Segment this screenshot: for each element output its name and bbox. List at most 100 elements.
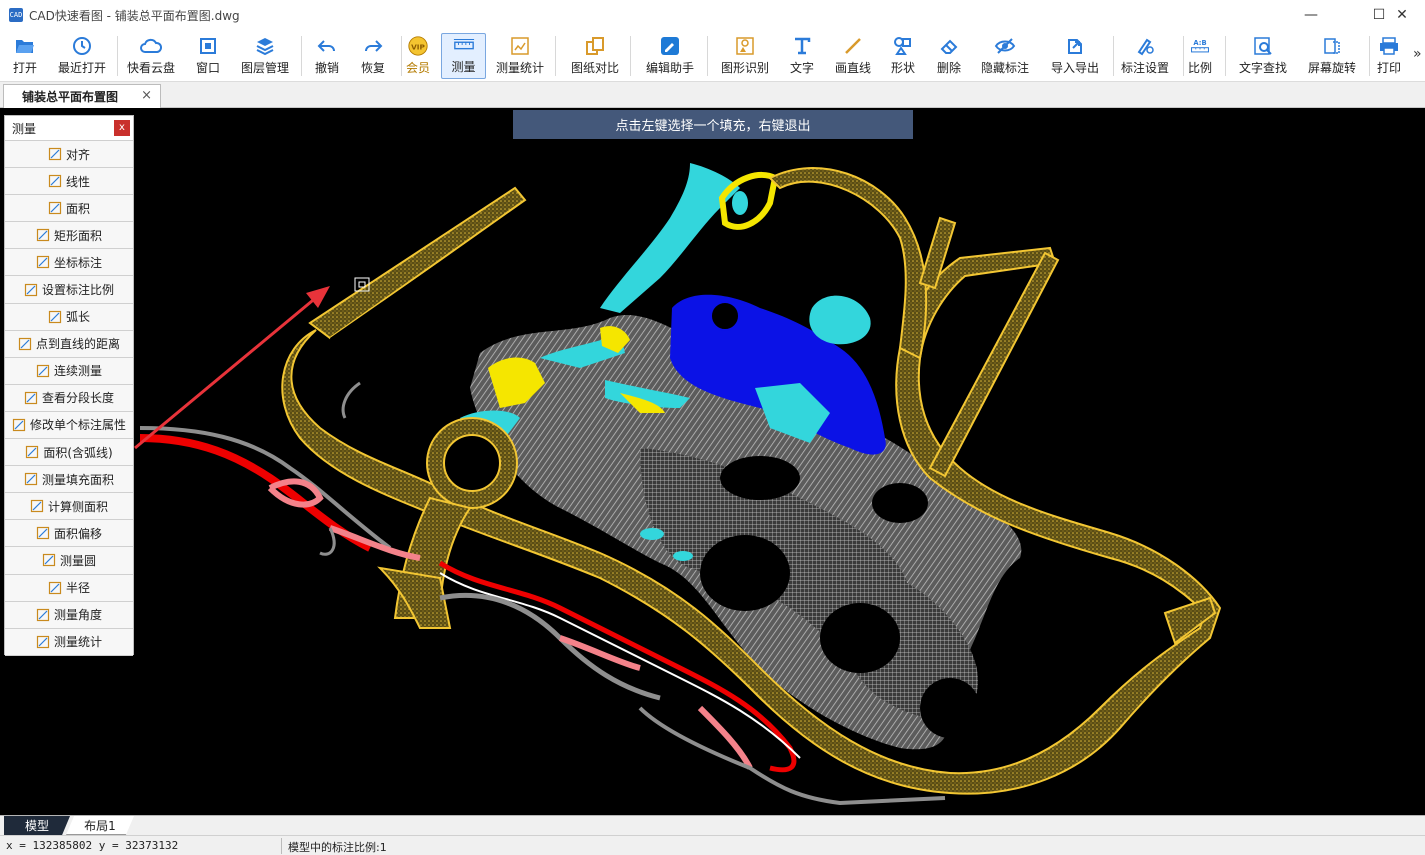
measure-item-arc-area[interactable]: 面积(含弧线) [5,439,133,467]
toolbar-shape-recognize-label: 图形识别 [720,61,769,75]
panel-close-button[interactable]: x [114,120,130,136]
measure-item-label: 查看分段长度 [41,391,114,406]
linear-measure-icon [48,174,62,188]
toolbar-cloud-button[interactable]: 快看云盘 [120,33,182,79]
toolbar-delete-button[interactable]: 删除 [926,33,972,79]
undo-icon [316,35,338,57]
edit-helper-icon [659,35,681,57]
measure-item-fill-area[interactable]: 测量填充面积 [5,466,133,494]
toolbar-text-button[interactable]: 文字 [782,33,822,79]
toolbar-separator [555,36,556,76]
toolbar-redo-button[interactable]: 恢复 [350,33,396,79]
measure-item-area-offset[interactable]: 面积偏移 [5,520,133,548]
toolbar-window-button[interactable]: 窗口 [188,33,228,79]
svg-text:VIP: VIP [411,43,425,52]
line-icon [842,35,864,57]
close-window-button[interactable]: ✕ [1379,0,1425,30]
toolbar-recent-label: 最近打开 [57,61,106,75]
vip-badge-icon: VIP [407,35,429,57]
toolbar-measure-button[interactable]: 测量 [441,33,486,79]
measure-item-circle-measure[interactable]: 测量圆 [5,547,133,575]
toolbar-hide-annot-button[interactable]: 隐藏标注 [974,33,1036,79]
toolbar-annot-settings-label: 标注设置 [1120,61,1169,75]
scale-ratio-icon [24,283,38,297]
toolbar-window-label: 窗口 [195,61,220,75]
toolbar-open-button[interactable]: 打开 [2,33,48,79]
toolbar-ratio-button[interactable]: A:B 比例 [1180,33,1220,79]
toolbar-rotate-button[interactable]: 屏幕旋转 [1300,33,1364,79]
tab-model[interactable]: 模型 [4,816,70,835]
toolbar-open-label: 打开 [12,61,37,75]
segment-length-icon [24,391,38,405]
cloud-icon [140,35,162,57]
toolbar-ratio-label: 比例 [1187,61,1212,75]
toolbar-undo-button[interactable]: 撤销 [304,33,350,79]
measure-item-continuous-measure[interactable]: 连续测量 [5,357,133,385]
measure-item-radius[interactable]: 半径 [5,574,133,602]
printer-icon [1378,35,1400,57]
measure-item-align-measure[interactable]: 对齐 [5,141,133,169]
toolbar-text-search-label: 文字查找 [1238,61,1287,75]
align-measure-icon [48,147,62,161]
point-line-distance-icon [18,337,32,351]
toolbar-shape-recognize-button[interactable]: 图形识别 [712,33,778,79]
measure-item-linear-measure[interactable]: 线性 [5,168,133,196]
document-tab[interactable]: 铺装总平面布置图 × [3,84,161,108]
eraser-icon [938,35,960,57]
toolbar-compare-button[interactable]: 图纸对比 [565,33,625,79]
measure-item-edit-annotation[interactable]: 修改单个标注属性 [5,411,133,440]
measure-item-label: 点到直线的距离 [35,337,120,352]
toolbar-edit-helper-button[interactable]: 编辑助手 [638,33,702,79]
rotate-screen-icon [1321,35,1343,57]
measure-item-segment-length[interactable]: 查看分段长度 [5,384,133,412]
toolbar-separator [117,36,118,76]
area-offset-icon [36,526,50,540]
measure-item-label: 连续测量 [53,364,102,379]
toolbar-annot-settings-button[interactable]: 标注设置 [1112,33,1178,79]
toolbar-layers-button[interactable]: 图层管理 [234,33,296,79]
toolbar-shape-button[interactable]: 形状 [880,33,926,79]
toolbar-delete-label: 删除 [936,61,961,75]
arc-length-icon [48,310,62,324]
measure-item-label: 半径 [65,581,90,596]
measure-item-stats[interactable]: 测量统计 [5,628,133,656]
cad-drawing[interactable] [0,108,1425,816]
angle-icon [36,608,50,622]
toolbar-rotate-label: 屏幕旋转 [1307,61,1356,75]
cursor-coordinates: x = 132385802 y = 32373132 [6,839,179,852]
measure-item-arc-length[interactable]: 弧长 [5,303,133,331]
radius-icon [48,581,62,595]
layout-tab-bar: 模型 布局1 [0,815,1425,835]
measure-item-label: 面积 [65,201,90,216]
toolbar-separator [707,36,708,76]
toolbar-import-export-button[interactable]: 导入导出 [1042,33,1108,79]
import-export-icon [1064,35,1086,57]
measure-item-scale-ratio[interactable]: 设置标注比例 [5,276,133,304]
toolbar-separator [301,36,302,76]
measure-item-side-area[interactable]: 计算侧面积 [5,493,133,521]
drawing-canvas[interactable]: 点击左键选择一个填充，右键退出 [0,108,1425,816]
measure-item-label: 对齐 [65,147,90,162]
toolbar-compare-label: 图纸对比 [570,61,619,75]
tab-close-icon[interactable]: × [141,88,152,103]
toolbar-text-search-button[interactable]: 文字查找 [1232,33,1294,79]
toolbar-recent-button[interactable]: 最近打开 [52,33,112,79]
measure-item-coordinate[interactable]: 坐标标注 [5,249,133,277]
toolbar-overflow-icon[interactable]: » [1413,46,1422,62]
measure-item-label: 弧长 [65,310,90,325]
toolbar-measure-stats-button[interactable]: 测量统计 [490,33,550,79]
measure-item-area[interactable]: 面积 [5,195,133,223]
measure-item-rect-area[interactable]: 矩形面积 [5,222,133,250]
annot-settings-icon [1134,35,1156,57]
minimize-button[interactable]: — [1288,0,1334,30]
measure-item-label: 设置标注比例 [41,283,114,298]
toolbar-print-button[interactable]: 打印 [1368,33,1410,79]
tab-layout1[interactable]: 布局1 [66,816,134,835]
toolbar-line-button[interactable]: 画直线 [828,33,878,79]
measure-item-angle[interactable]: 测量角度 [5,601,133,629]
measure-stats-icon [509,35,531,57]
measure-item-point-line-distance[interactable]: 点到直线的距离 [5,330,133,358]
toolbar-vip-button[interactable]: VIP 会员 [396,33,440,79]
toolbar-shape-label: 形状 [890,61,915,75]
coordinate-icon [36,255,50,269]
